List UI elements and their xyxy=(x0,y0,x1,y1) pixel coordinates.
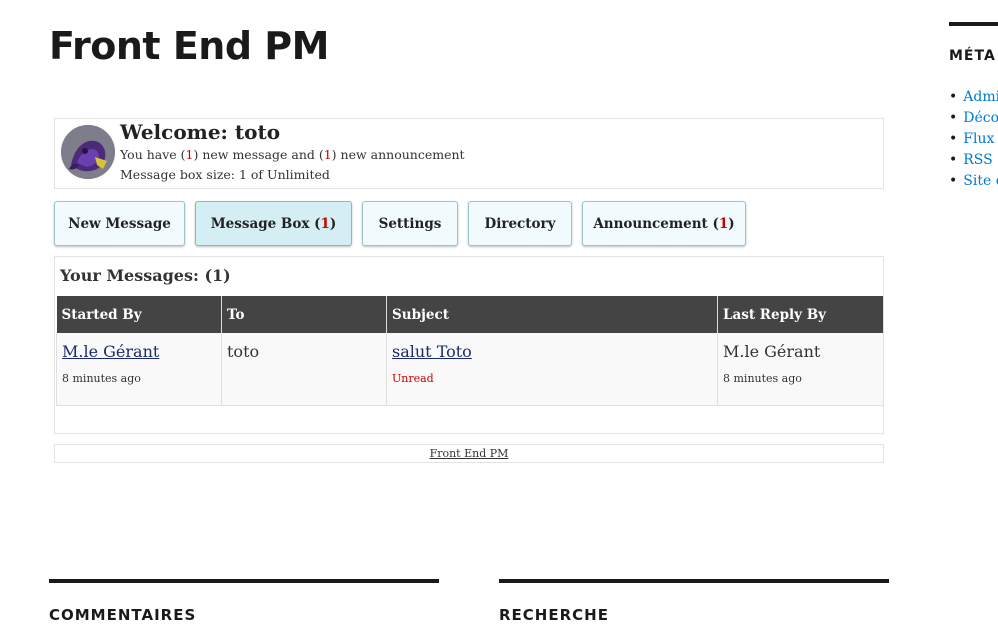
column-header-to: To xyxy=(221,296,387,333)
recipient-name: toto xyxy=(227,342,260,361)
announcement-count: 1 xyxy=(718,215,729,232)
new-announcement-count: 1 xyxy=(323,147,332,162)
table-row: M.le Gérant 8 minutes ago toto salut Tot… xyxy=(56,333,884,406)
started-time: 8 minutes ago xyxy=(62,372,141,385)
plugin-footer: Front End PM xyxy=(54,444,884,463)
last-reply-cell: M.le Gérant 8 minutes ago xyxy=(717,333,884,406)
sidebar-heading: MÉTA xyxy=(949,48,996,64)
directory-button[interactable]: Directory xyxy=(468,201,572,246)
table-header-row: Started By To Subject Last Reply By xyxy=(56,296,884,333)
comments-heading: COMMENTAIRES xyxy=(49,606,197,624)
footer-link[interactable]: Front End PM xyxy=(430,447,509,460)
search-heading: RECHERCHE xyxy=(499,606,609,624)
page-title: Front End PM xyxy=(49,24,329,68)
search-divider xyxy=(499,579,889,583)
new-message-button[interactable]: New Message xyxy=(54,201,185,246)
subject-link[interactable]: salut Toto xyxy=(392,342,472,361)
sidebar-item-site[interactable]: Site c xyxy=(949,173,998,194)
column-header-last-reply-by: Last Reply By xyxy=(717,296,884,333)
avatar-image xyxy=(61,125,115,179)
sidebar-item-rss[interactable]: RSS d xyxy=(949,152,998,173)
sidebar-meta-list: Admi Décor Flux RSS d Site c xyxy=(949,89,998,194)
messages-table: Started By To Subject Last Reply By M.le… xyxy=(56,296,884,406)
welcome-panel: Welcome: toto You have (1) new message a… xyxy=(54,118,884,189)
column-header-started-by: Started By xyxy=(56,296,222,333)
unread-status: Unread xyxy=(392,372,434,385)
sidebar-item-admin[interactable]: Admi xyxy=(949,89,998,110)
announcement-button[interactable]: Announcement (1) xyxy=(582,201,746,246)
recipient-cell: toto xyxy=(221,333,387,406)
sidebar-item-feed[interactable]: Flux xyxy=(949,131,998,152)
messages-panel: Your Messages: (1) Started By To Subject… xyxy=(54,256,884,434)
last-reply-time: 8 minutes ago xyxy=(723,372,802,385)
sidebar-item-logout[interactable]: Décor xyxy=(949,110,998,131)
message-box-button[interactable]: Message Box (1) xyxy=(195,201,352,246)
new-items-summary: You have (1) new message and (1) new ann… xyxy=(120,147,465,162)
sidebar-divider xyxy=(949,22,998,26)
column-header-subject: Subject xyxy=(386,296,718,333)
message-box-count: 1 xyxy=(320,215,330,232)
welcome-title: Welcome: toto xyxy=(120,120,281,144)
sender-link[interactable]: M.le Gérant xyxy=(62,342,159,361)
started-by-cell: M.le Gérant 8 minutes ago xyxy=(56,333,222,406)
last-reply-name: M.le Gérant xyxy=(723,342,821,361)
comments-divider xyxy=(49,579,439,583)
avatar[interactable] xyxy=(61,125,115,179)
messages-heading: Your Messages: (1) xyxy=(60,266,231,285)
subject-cell: salut Toto Unread xyxy=(386,333,718,406)
message-box-size: Message box size: 1 of Unlimited xyxy=(120,167,330,182)
settings-button[interactable]: Settings xyxy=(362,201,458,246)
